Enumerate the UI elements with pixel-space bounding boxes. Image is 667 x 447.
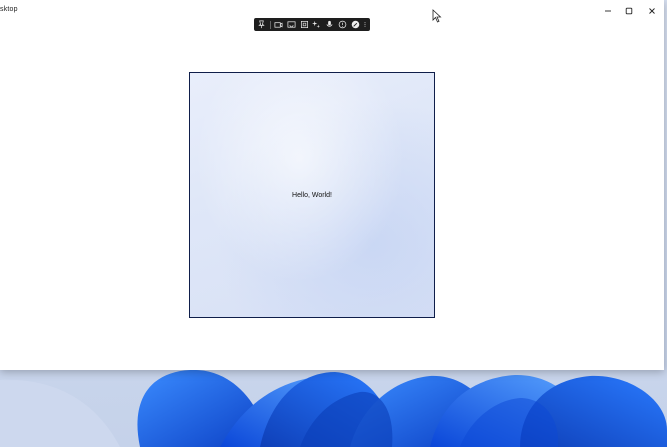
toolbar-region-button[interactable] xyxy=(298,19,310,30)
mouse-cursor-icon xyxy=(432,9,442,23)
camera-icon xyxy=(274,22,283,28)
toolbar-cast-button[interactable] xyxy=(286,19,298,30)
toolbar-sparkle-button[interactable] xyxy=(311,19,323,30)
preview-canvas: Hello, World! xyxy=(189,72,435,318)
toolbar-help-button[interactable] xyxy=(337,19,349,30)
help-circle-icon xyxy=(338,20,347,29)
maximize-icon xyxy=(625,7,633,15)
more-icon xyxy=(364,22,366,27)
cast-icon xyxy=(287,21,296,28)
toolbar-pin-button[interactable] xyxy=(256,19,268,30)
toolbar-edit-button[interactable] xyxy=(349,19,361,30)
region-select-icon xyxy=(300,20,308,29)
close-icon xyxy=(649,8,655,14)
minimize-icon xyxy=(605,10,611,12)
sparkle-icon xyxy=(312,20,321,29)
close-button[interactable] xyxy=(641,3,663,19)
edit-pen-icon xyxy=(351,20,359,29)
toolbar-divider xyxy=(269,20,271,29)
maximize-button[interactable] xyxy=(618,3,640,19)
toolbar-mic-button[interactable] xyxy=(324,19,336,30)
minimize-button[interactable] xyxy=(597,3,619,19)
app-window: sktop Hello, World! xyxy=(0,0,664,370)
microphone-icon xyxy=(326,20,333,27)
capture-toolbar xyxy=(254,18,370,31)
toolbar-more-button[interactable] xyxy=(362,19,368,30)
pin-icon xyxy=(259,20,265,29)
window-title: sktop xyxy=(0,6,18,13)
toolbar-camera-button[interactable] xyxy=(273,19,285,30)
canvas-text: Hello, World! xyxy=(292,192,332,199)
